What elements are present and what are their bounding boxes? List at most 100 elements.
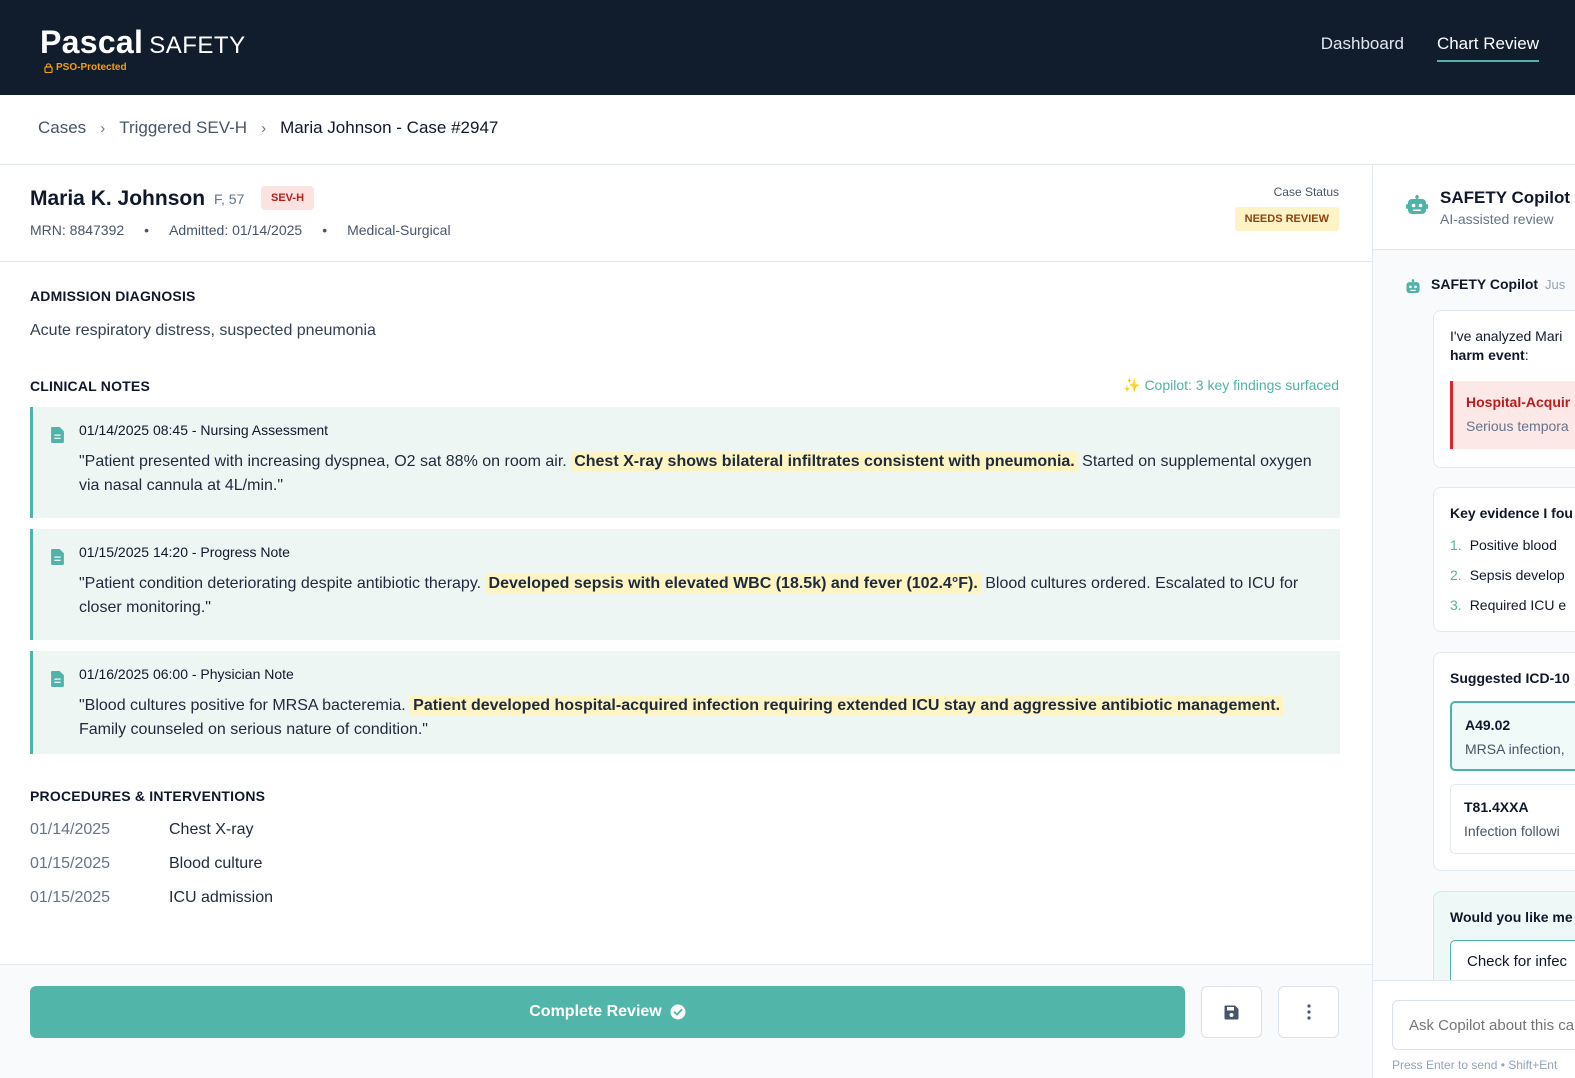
admission-diagnosis-title: ADMISSION DIAGNOSIS (30, 288, 196, 304)
procedure-date: 01/14/2025 (30, 821, 111, 838)
harm-event-title: Hospital-Acquir (1466, 394, 1571, 410)
copilot-header: SAFETY Copilot AI-assisted review (1373, 165, 1575, 250)
separator-dot: • (322, 222, 328, 238)
icd-option-a4902[interactable]: A49.02 MRSA infection, (1450, 701, 1575, 771)
note-text-before: "Blood cultures positive for MRSA bacter… (79, 697, 411, 714)
patient-mrn: MRN: 8847392 (30, 222, 125, 238)
icd-code: T81.4XXA (1464, 799, 1529, 815)
document-icon (51, 549, 64, 565)
message-author: SAFETY Copilot (1431, 276, 1539, 292)
patient-meta: MRN: 8847392 • Admitted: 01/14/2025 • Me… (30, 222, 451, 238)
harm-event-callout: Hospital-Acquir Serious tempora (1450, 381, 1575, 449)
patient-demographics: F, 57 (214, 191, 245, 207)
document-icon (51, 427, 64, 443)
procedure-date: 01/15/2025 (30, 855, 111, 872)
robot-icon (1406, 195, 1428, 214)
separator-dot: • (144, 222, 150, 238)
severity-badge: SEV-H (261, 186, 315, 210)
logo-main-text: Pascal (40, 24, 144, 60)
evidence-item: 2. Sepsis develop (1450, 567, 1565, 583)
procedure-name: Blood culture (169, 855, 263, 872)
procedure-row: 01/15/2025 Blood culture (30, 855, 262, 873)
icd-suggestions-title: Suggested ICD-10 (1450, 670, 1570, 686)
breadcrumb-triggered[interactable]: Triggered SEV-H (119, 118, 247, 138)
logo-sub-text: SAFETY (149, 32, 246, 59)
note-highlight: Chest X-ray shows bilateral infiltrates … (571, 452, 1078, 471)
copilot-findings-badge[interactable]: ✨ Copilot: 3 key findings surfaced (1123, 377, 1339, 394)
nav-chart-review[interactable]: Chart Review (1436, 34, 1539, 62)
input-hint: Press Enter to send • Shift+Ent (1392, 1058, 1558, 1072)
lock-icon (44, 62, 53, 73)
pso-protected-badge: PSO-Protected (44, 62, 127, 73)
note-text: "Blood cultures positive for MRSA bacter… (79, 694, 1329, 742)
clinical-note: 01/15/2025 14:20 - Progress Note "Patien… (30, 529, 1340, 640)
procedures-title: PROCEDURES & INTERVENTIONS (30, 788, 266, 804)
copilot-title: SAFETY Copilot (1440, 188, 1571, 207)
document-icon (51, 671, 64, 687)
save-button[interactable] (1201, 986, 1262, 1038)
check-circle-icon (670, 1004, 686, 1020)
top-navbar: Pascal SAFETY PSO-Protected Dashboard Ch… (0, 0, 1575, 95)
evidence-item: 3. Required ICU e (1450, 597, 1566, 613)
evidence-text: Positive blood (1469, 537, 1557, 553)
breadcrumb: Cases › Triggered SEV-H › Maria Johnson … (38, 118, 498, 138)
chevron-right-icon: › (261, 119, 267, 137)
note-title: 01/16/2025 06:00 - Physician Note (79, 666, 294, 682)
patient-admitted: Admitted: 01/14/2025 (169, 222, 303, 238)
note-highlight: Developed sepsis with elevated WBC (18.5… (485, 574, 981, 593)
more-options-button[interactable] (1278, 986, 1339, 1038)
pso-label: PSO-Protected (56, 62, 127, 73)
procedure-name: ICU admission (169, 889, 274, 906)
icd-description: Infection followi (1464, 823, 1560, 839)
clinical-notes-title: CLINICAL NOTES (30, 378, 150, 394)
complete-review-label: Complete Review (529, 1003, 662, 1020)
main-nav: Dashboard Chart Review (1321, 34, 1539, 62)
icd-code: A49.02 (1465, 717, 1511, 733)
robot-icon (1406, 279, 1420, 294)
clinical-note: 01/14/2025 08:45 - Nursing Assessment "P… (30, 407, 1340, 518)
app-logo[interactable]: Pascal SAFETY (40, 24, 246, 61)
message-time: Jus (1545, 277, 1566, 292)
analysis-intro-line2: harm event: (1450, 347, 1529, 363)
key-evidence-title: Key evidence I fou (1450, 505, 1573, 521)
chart-panel: Maria K. Johnson F, 57 SEV-H MRN: 884739… (0, 165, 1372, 1078)
evidence-number: 3. (1450, 597, 1462, 613)
intro-colon: : (1524, 347, 1529, 363)
note-text: "Patient condition deteriorating despite… (79, 572, 1319, 620)
note-title: 01/14/2025 08:45 - Nursing Assessment (79, 422, 329, 438)
divider (0, 261, 1372, 262)
procedure-row: 01/15/2025 ICU admission (30, 889, 273, 907)
patient-unit: Medical-Surgical (347, 222, 451, 238)
clinical-note: 01/16/2025 06:00 - Physician Note "Blood… (30, 651, 1340, 754)
evidence-number: 1. (1450, 537, 1462, 553)
icd-description: MRSA infection, (1465, 741, 1565, 757)
breadcrumb-current: Maria Johnson - Case #2947 (280, 118, 499, 137)
evidence-text: Required ICU e (1469, 597, 1567, 613)
complete-review-button[interactable]: Complete Review (30, 986, 1185, 1038)
note-text-before: "Patient presented with increasing dyspn… (79, 453, 572, 470)
harm-event-bold: harm event (1450, 347, 1525, 363)
note-highlight: Patient developed hospital-acquired infe… (410, 696, 1284, 715)
note-text: "Patient presented with increasing dyspn… (79, 450, 1319, 498)
patient-name: Maria K. Johnson (30, 187, 206, 210)
chevron-right-icon: › (100, 119, 106, 137)
breadcrumb-cases[interactable]: Cases (38, 118, 86, 138)
case-status-badge: NEEDS REVIEW (1234, 207, 1339, 231)
evidence-item: 1. Positive blood (1450, 537, 1557, 553)
save-icon (1224, 1005, 1239, 1019)
harm-event-description: Serious tempora (1466, 418, 1569, 434)
copilot-message-card: I've analyzed Mari harm event: Hospital-… (1433, 310, 1575, 468)
note-title: 01/15/2025 14:20 - Progress Note (79, 544, 290, 560)
icd-suggestions-card: Suggested ICD-10 A49.02 MRSA infection, … (1433, 652, 1575, 871)
evidence-text: Sepsis develop (1469, 567, 1565, 583)
procedure-date: 01/15/2025 (30, 889, 111, 906)
case-status-label: Case Status (1273, 185, 1339, 199)
ask-copilot-input[interactable] (1392, 1000, 1575, 1050)
icd-option-t814xxa[interactable]: T81.4XXA Infection followi (1450, 784, 1575, 854)
suggestion-check-infection-button[interactable]: Check for infec (1450, 940, 1575, 984)
more-vertical-icon (1306, 1004, 1311, 1020)
followup-question: Would you like me (1450, 909, 1573, 925)
nav-dashboard[interactable]: Dashboard (1321, 34, 1404, 62)
note-text-after: Family counseled on serious nature of co… (79, 721, 428, 738)
analysis-intro-text: I've analyzed Mari (1450, 328, 1563, 344)
